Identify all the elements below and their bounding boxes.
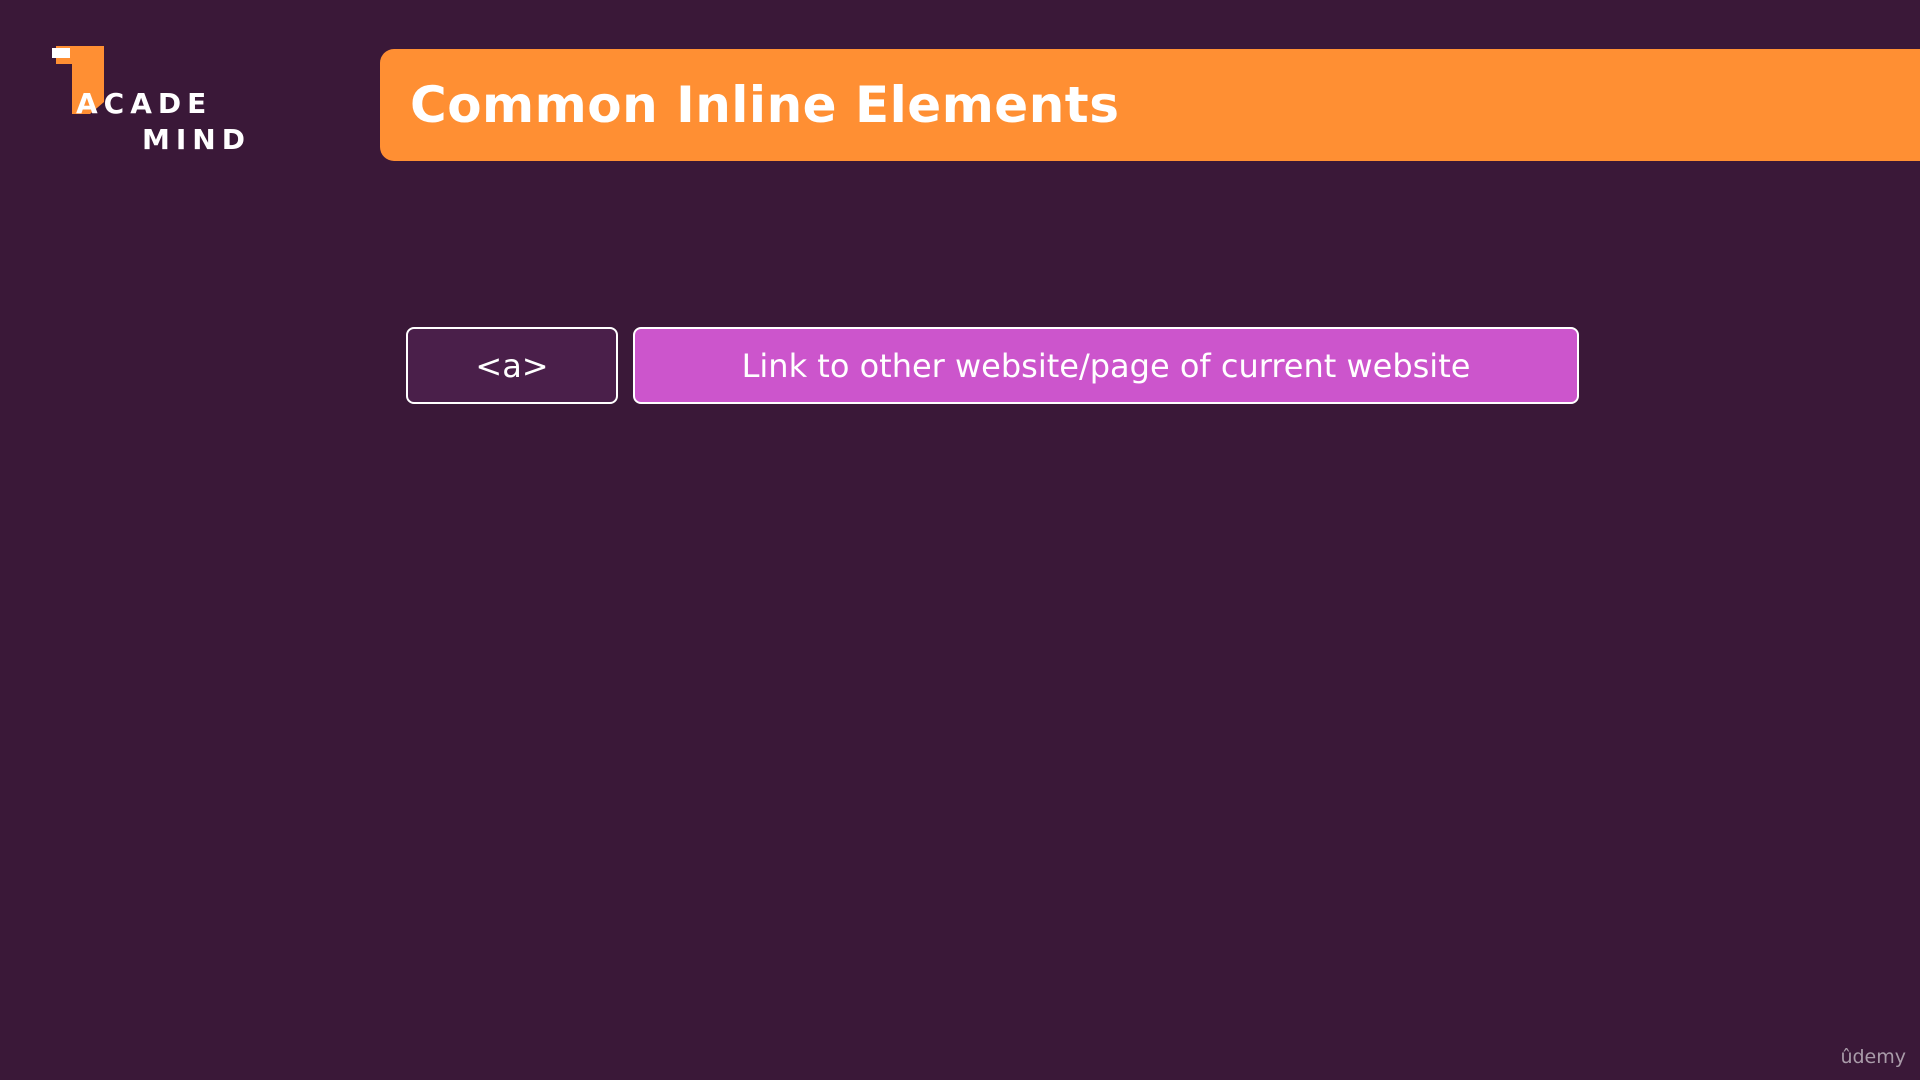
academind-logo: ACADE MIND <box>52 46 252 156</box>
logo-text-line1: ACADE <box>76 87 213 120</box>
title-banner: Common Inline Elements <box>380 49 1920 161</box>
element-row: <a> Link to other website/page of curren… <box>406 327 1579 404</box>
slide-title: Common Inline Elements <box>410 76 1120 134</box>
udemy-watermark: ûdemy <box>1840 1046 1906 1068</box>
slide: ACADE MIND Common Inline Elements <a> Li… <box>0 0 1920 1080</box>
tag-box: <a> <box>406 327 618 404</box>
description-box: Link to other website/page of current we… <box>633 327 1579 404</box>
logo-text-line2: MIND <box>142 123 251 156</box>
